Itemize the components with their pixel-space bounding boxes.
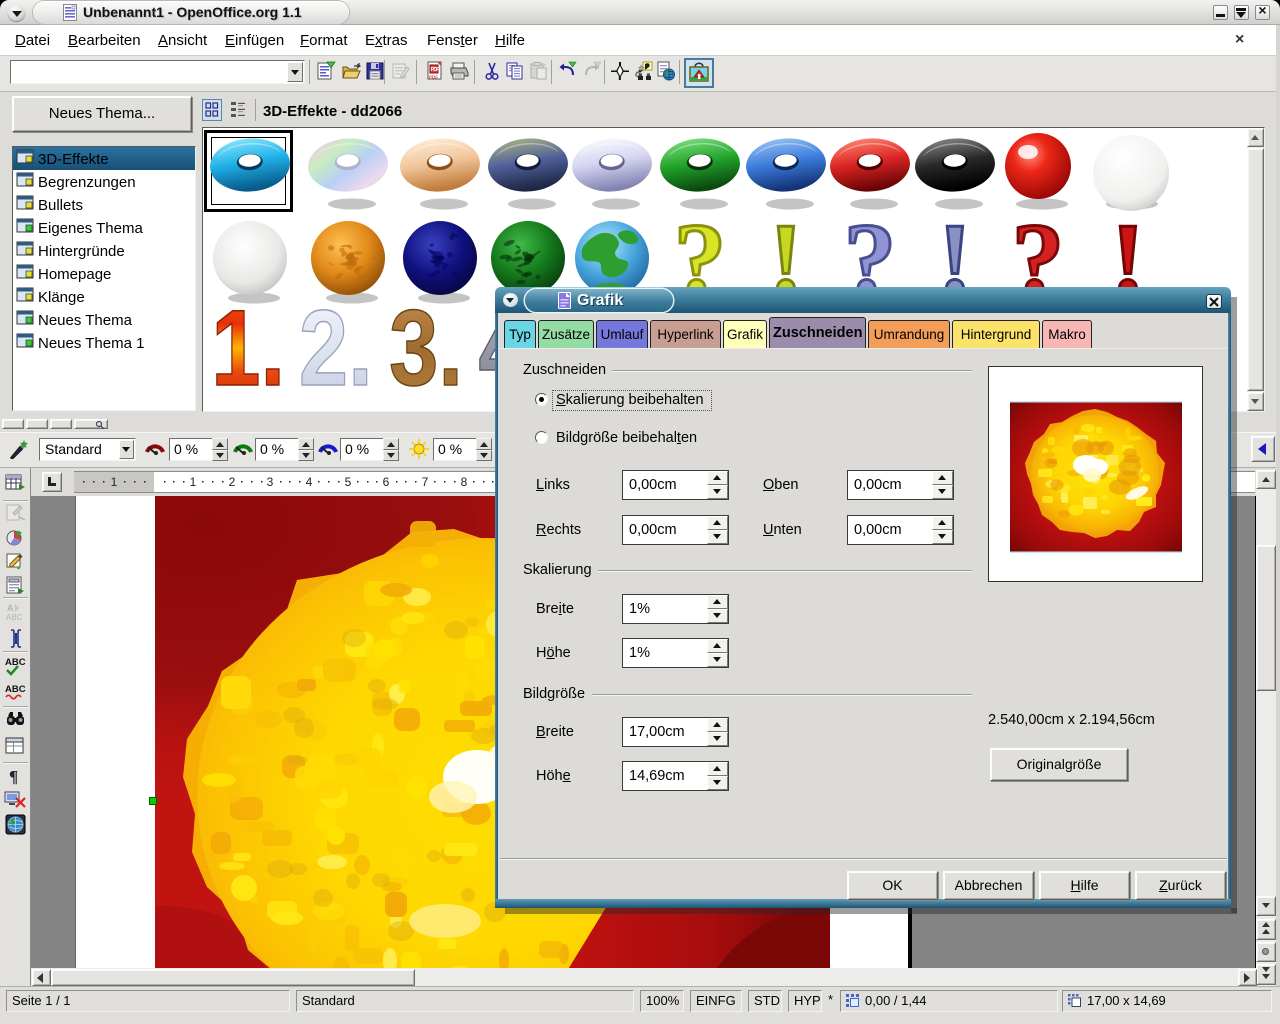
svg-text:Neues Thema: Neues Thema bbox=[38, 312, 133, 329]
svg-text:Neues Thema 1: Neues Thema 1 bbox=[38, 335, 144, 352]
svg-text:ABC: ABC bbox=[5, 657, 26, 668]
svg-text:¶: ¶ bbox=[9, 767, 18, 786]
svg-text:8: 8 bbox=[461, 475, 468, 489]
svg-text:2.: 2. bbox=[299, 288, 373, 408]
svg-text:PDF: PDF bbox=[429, 75, 438, 80]
svg-text:Klänge: Klänge bbox=[38, 289, 85, 306]
svg-text:Homepage: Homepage bbox=[38, 266, 111, 283]
svg-text:Hintergründe: Hintergründe bbox=[38, 243, 125, 260]
svg-text:ABC: ABC bbox=[5, 684, 26, 695]
svg-text:ABC: ABC bbox=[6, 613, 23, 622]
svg-text:3.: 3. bbox=[389, 288, 463, 408]
svg-text:A: A bbox=[7, 603, 14, 613]
svg-text:Eigenes Thema: Eigenes Thema bbox=[38, 220, 143, 237]
svg-text:6: 6 bbox=[383, 475, 390, 489]
svg-text:3: 3 bbox=[267, 475, 274, 489]
svg-text:5: 5 bbox=[345, 475, 352, 489]
svg-text:7: 7 bbox=[422, 475, 429, 489]
svg-text:1.: 1. bbox=[211, 288, 285, 408]
svg-text:Bullets: Bullets bbox=[38, 197, 83, 214]
svg-text:Begrenzungen: Begrenzungen bbox=[38, 174, 136, 191]
svg-text:3D-Effekte: 3D-Effekte bbox=[38, 151, 109, 168]
svg-text:4: 4 bbox=[306, 475, 313, 489]
svg-text:F: F bbox=[436, 67, 439, 73]
svg-text:1: 1 bbox=[111, 475, 118, 489]
svg-text:2: 2 bbox=[229, 475, 236, 489]
svg-text:1: 1 bbox=[190, 475, 197, 489]
